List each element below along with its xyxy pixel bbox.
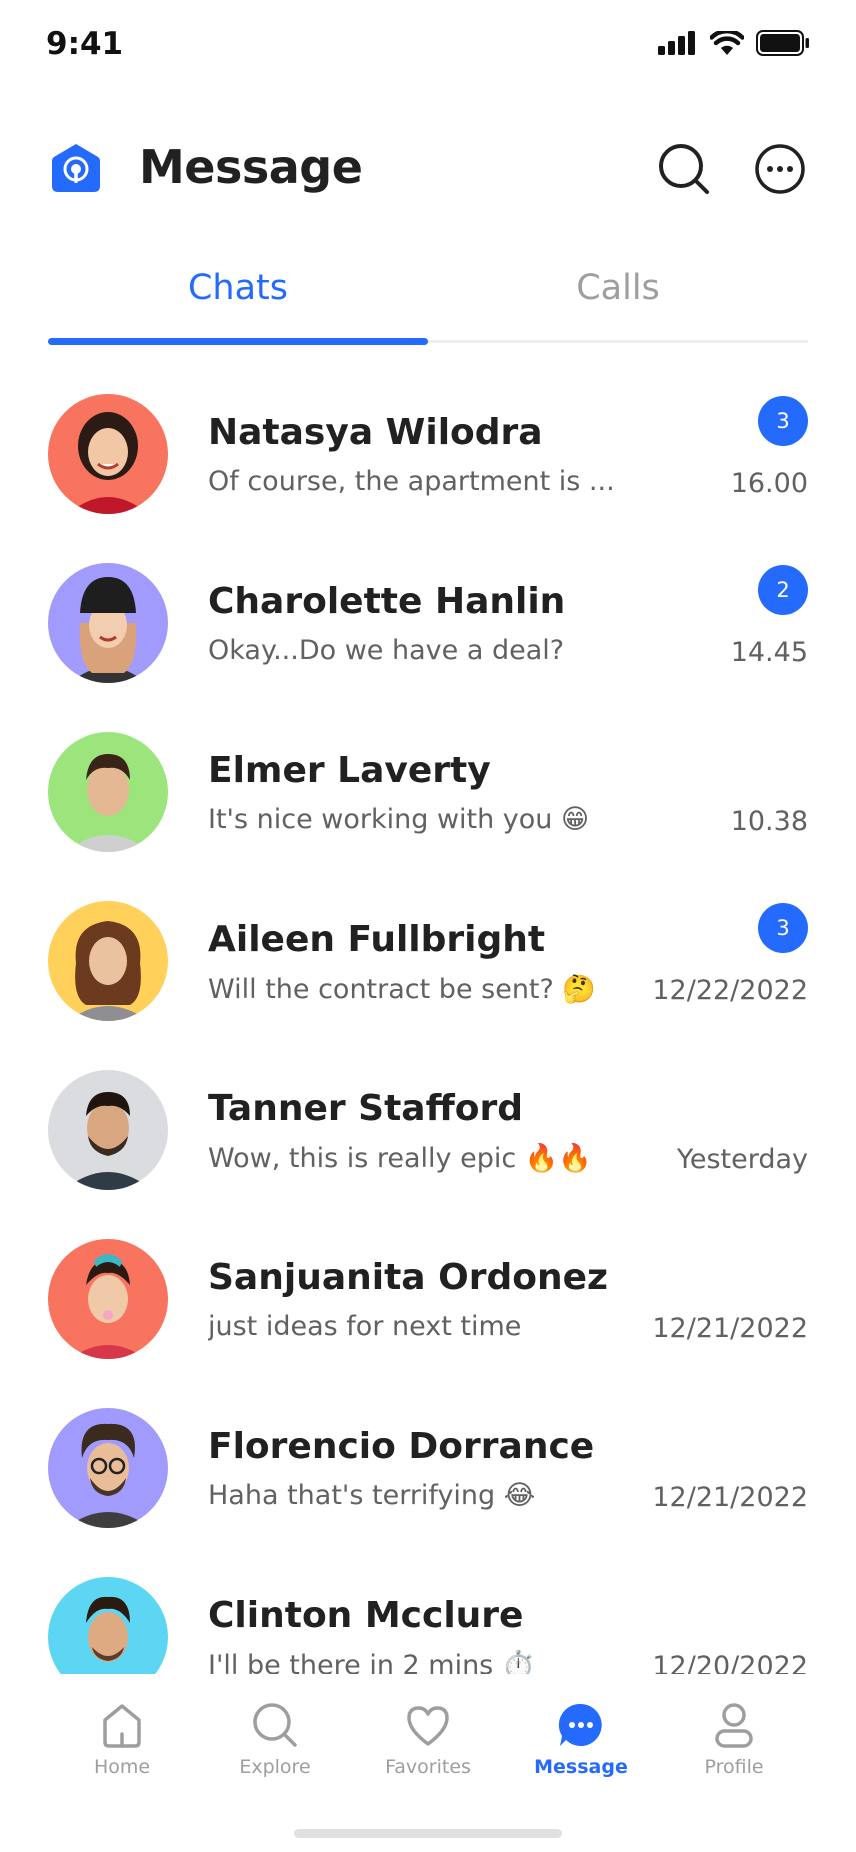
heart-icon	[407, 1706, 449, 1746]
chat-name: Aileen Fullbright	[208, 919, 546, 960]
chat-item[interactable]: Charolette Hanlin Okay...Do we have a de…	[0, 553, 856, 722]
chat-name: Natasya Wilodra	[208, 412, 543, 453]
chat-last-message: Will the contract be sent? 🤔	[208, 974, 597, 1005]
avatar	[48, 1239, 168, 1359]
status-icons	[658, 30, 810, 56]
profile-icon	[715, 1703, 753, 1748]
chat-item[interactable]: Florencio Dorrance Haha that's terrifyin…	[0, 1398, 856, 1567]
chat-name: Charolette Hanlin	[208, 581, 566, 622]
nav-label: Favorites	[385, 1756, 471, 1778]
chat-time: 12/21/2022	[652, 1482, 808, 1513]
chat-last-message: I'll be there in 2 mins ⏱️	[208, 1650, 536, 1674]
avatar	[48, 1577, 168, 1674]
tab-calls[interactable]: Calls	[428, 268, 808, 308]
chat-item[interactable]: Tanner Stafford Wow, this is really epic…	[0, 1060, 856, 1229]
chat-last-message: Wow, this is really epic 🔥🔥	[208, 1143, 593, 1174]
home-icon	[103, 1704, 141, 1748]
chat-last-message: Haha that's terrifying 😂	[208, 1480, 536, 1511]
chat-name: Elmer Laverty	[208, 750, 491, 791]
chat-last-message: Of course, the apartment is ...	[208, 466, 615, 497]
nav-label: Profile	[704, 1756, 764, 1778]
chat-item[interactable]: Sanjuanita Ordonez just ideas for next t…	[0, 1229, 856, 1398]
chat-time: 12/21/2022	[652, 1313, 808, 1344]
search-button[interactable]	[657, 142, 711, 196]
chat-item[interactable]: Elmer Laverty It's nice working with you…	[0, 722, 856, 891]
wifi-icon	[710, 31, 744, 55]
nav-home[interactable]: Home	[57, 1700, 187, 1778]
nav-label: Message	[534, 1756, 628, 1778]
chat-time: 10.38	[730, 806, 808, 837]
more-options-button[interactable]	[753, 142, 807, 196]
chat-last-message: Okay...Do we have a deal?	[208, 635, 565, 666]
avatar	[48, 394, 168, 514]
avatar	[48, 1408, 168, 1528]
tab-active-indicator	[48, 338, 428, 345]
nav-message[interactable]: Message	[516, 1700, 646, 1778]
chat-time: 14.45	[730, 637, 808, 668]
chat-item[interactable]: Natasya Wilodra Of course, the apartment…	[0, 384, 856, 553]
avatar	[48, 1070, 168, 1190]
tab-chats[interactable]: Chats	[48, 268, 428, 308]
battery-icon	[756, 30, 809, 56]
avatar	[48, 732, 168, 852]
chat-name: Sanjuanita Ordonez	[208, 1257, 608, 1298]
nav-label: Home	[93, 1756, 151, 1778]
chat-time: Yesterday	[676, 1144, 808, 1175]
avatar	[48, 563, 168, 683]
status-time: 9:41	[46, 26, 124, 62]
chat-bubble-icon	[558, 1703, 602, 1746]
chat-name: Tanner Stafford	[208, 1088, 524, 1129]
chat-name: Florencio Dorrance	[208, 1426, 595, 1467]
unread-badge: 3	[758, 903, 808, 953]
app-logo-icon	[52, 144, 100, 192]
nav-explore[interactable]: Explore	[210, 1700, 340, 1778]
search-icon	[253, 1703, 297, 1747]
unread-badge: 2	[758, 565, 808, 615]
chat-name: Clinton Mcclure	[208, 1595, 524, 1636]
chat-time: 12/22/2022	[652, 975, 808, 1006]
tab-bar: Chats Calls	[48, 256, 808, 346]
chat-list: Natasya Wilodra Of course, the apartment…	[0, 384, 856, 1674]
chat-last-message: It's nice working with you 😁	[208, 804, 590, 835]
home-indicator	[294, 1829, 562, 1838]
nav-profile[interactable]: Profile	[669, 1700, 799, 1778]
status-bar: 9:41	[0, 0, 856, 90]
avatar	[48, 901, 168, 1021]
header: Message	[0, 136, 856, 200]
signal-icon	[658, 31, 695, 55]
chat-time: 12/20/2022	[652, 1651, 808, 1674]
chat-time: 16.00	[730, 468, 808, 499]
chat-item[interactable]: Clinton Mcclure I'll be there in 2 mins …	[0, 1567, 856, 1674]
chat-last-message: just ideas for next time	[208, 1311, 522, 1342]
nav-favorites[interactable]: Favorites	[363, 1700, 493, 1778]
unread-badge: 3	[758, 396, 808, 446]
bottom-nav: Home Explore Favorites Message Profile	[0, 1680, 856, 1852]
page-title: Message	[139, 140, 363, 194]
chat-item[interactable]: Aileen Fullbright Will the contract be s…	[0, 891, 856, 1060]
nav-label: Explore	[239, 1756, 311, 1778]
